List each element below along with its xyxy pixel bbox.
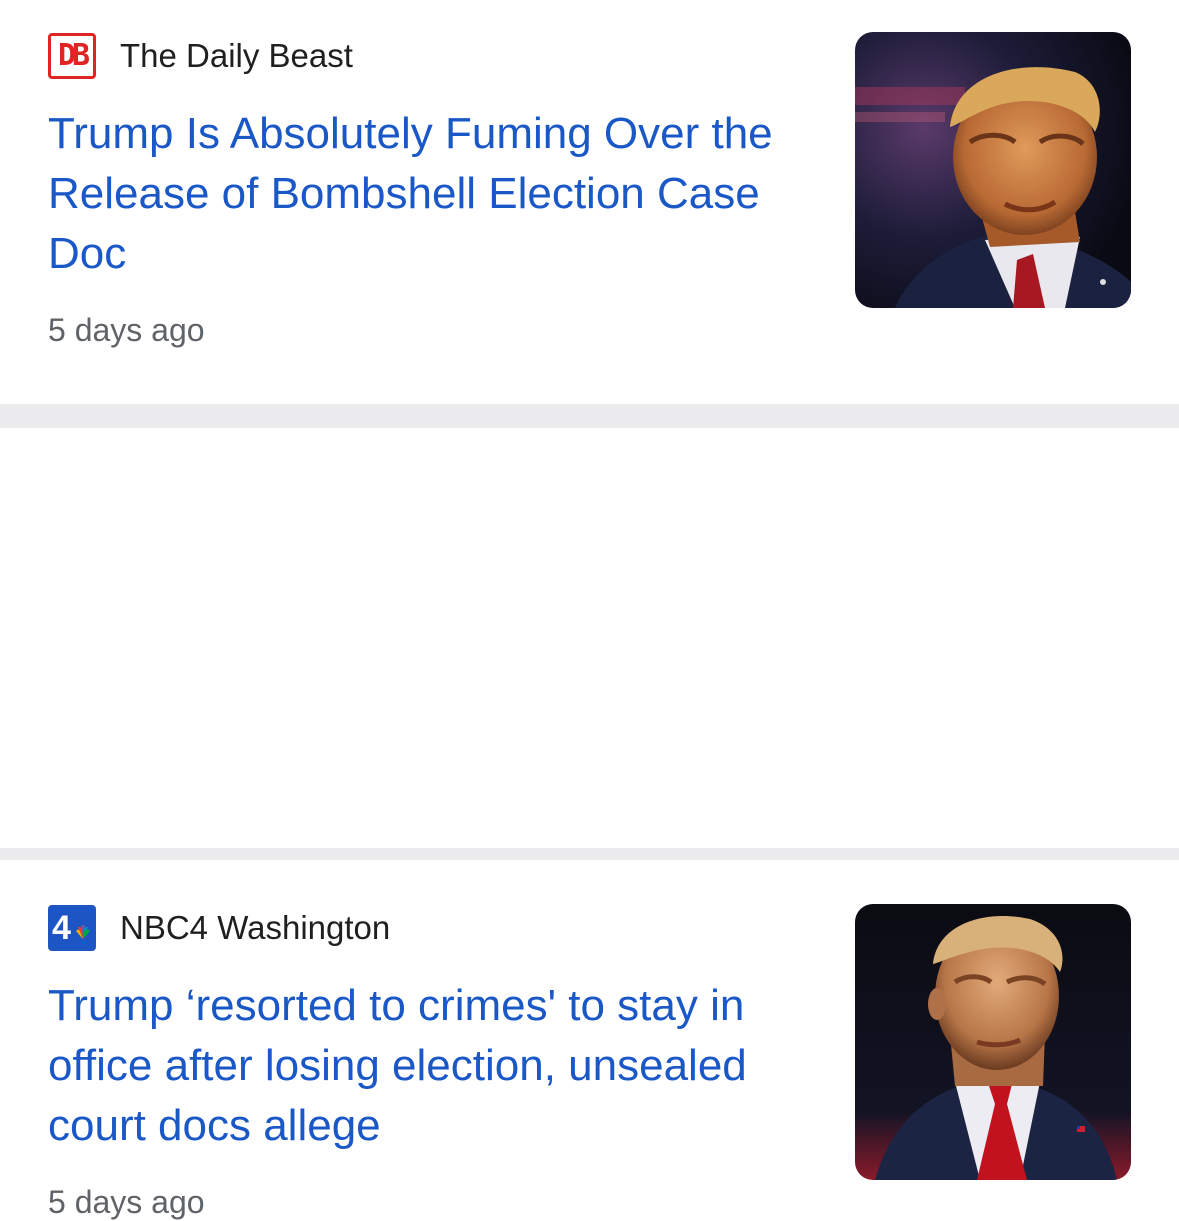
daily-beast-logo-icon: DB xyxy=(48,33,96,79)
source-name: NBC4 Washington xyxy=(120,909,391,946)
nbc4-logo-icon: 4 xyxy=(48,905,96,951)
source-row: 4 NBC4 Washington xyxy=(48,904,390,952)
article-thumbnail[interactable] xyxy=(855,904,1131,1180)
article-timestamp: 5 days ago xyxy=(48,312,205,348)
article-headline[interactable]: Trump ‘resorted to crimes' to stay in of… xyxy=(48,976,808,1156)
source-name: The Daily Beast xyxy=(120,37,353,74)
peacock-icon xyxy=(76,925,90,939)
article-timestamp: 5 days ago xyxy=(48,1184,205,1220)
source-row: DB The Daily Beast xyxy=(48,32,353,80)
news-article-card[interactable]: DB The Daily Beast Trump Is Absolutely F… xyxy=(0,0,1179,404)
article-thumbnail[interactable] xyxy=(855,32,1131,308)
section-divider xyxy=(0,404,1179,428)
news-photo xyxy=(855,904,1131,1180)
news-article-card[interactable]: 4 NBC4 Washington Trump ‘resorted to cri… xyxy=(0,428,1179,1220)
article-headline[interactable]: Trump Is Absolutely Fuming Over the Rele… xyxy=(48,104,808,284)
section-divider xyxy=(0,848,1179,860)
news-photo xyxy=(855,32,1131,308)
